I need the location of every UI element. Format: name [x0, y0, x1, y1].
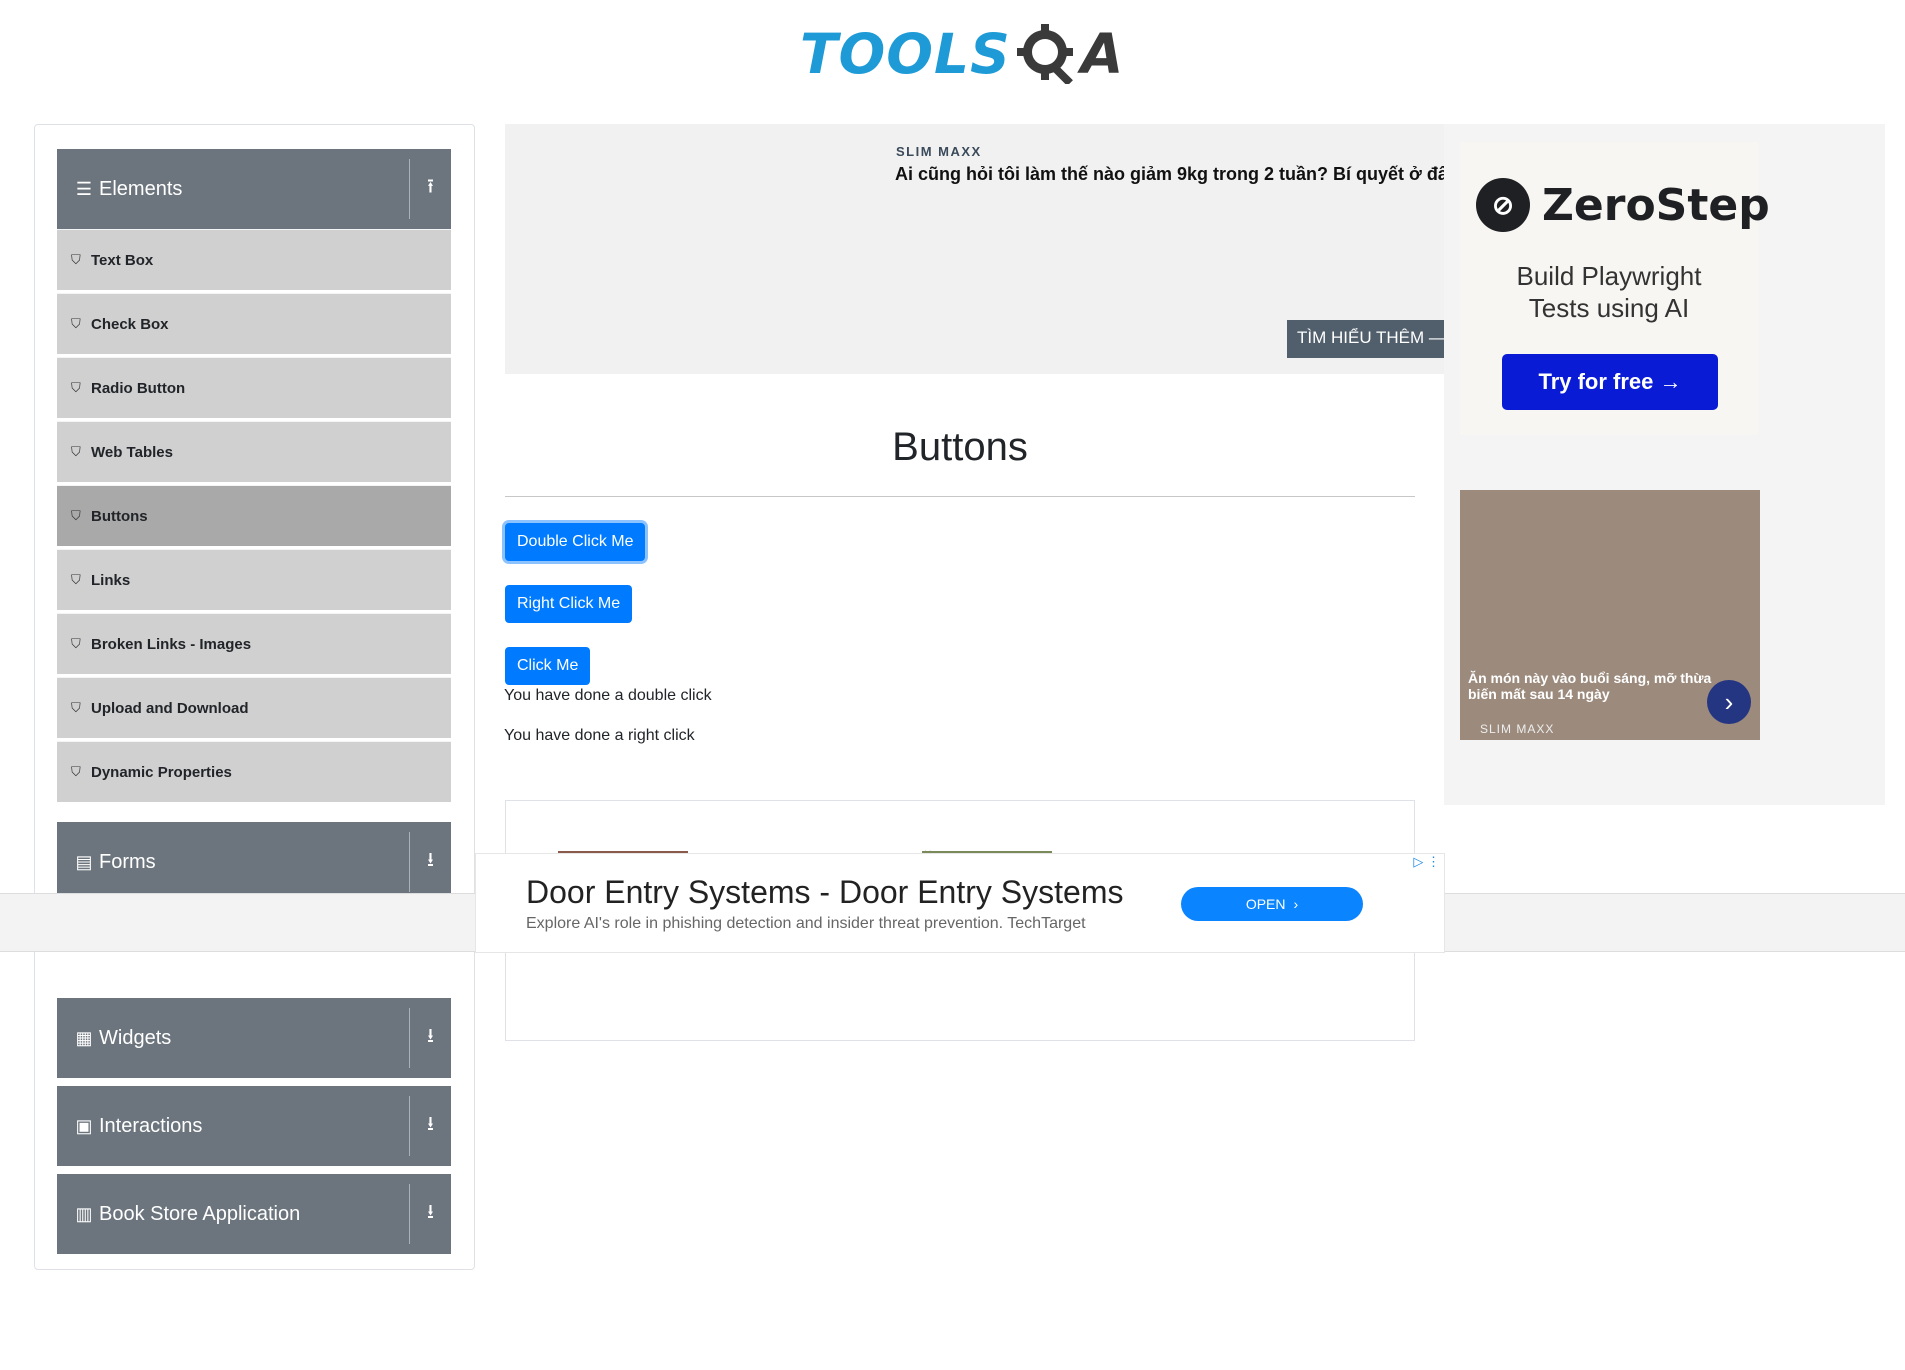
expand-arrow-icon[interactable]: ⭳: [409, 1008, 451, 1068]
group-elements[interactable]: ☰ Elements ⭱: [57, 149, 451, 229]
logo-tools-text: TOOLS: [800, 22, 1011, 86]
toolsqa-logo[interactable]: TOOLS A: [800, 14, 1125, 94]
logo-qa-text: A: [1080, 22, 1124, 86]
group-widgets[interactable]: ▦ Widgets ⭳: [57, 998, 451, 1078]
interactions-icon: ▣: [75, 1115, 93, 1136]
slim-maxx-ad[interactable]: Ăn món này vào buổi sáng, mỡ thừa biến m…: [1460, 490, 1760, 740]
ad-learn-more-button[interactable]: TÌM HIỂU THÊM —: [1287, 320, 1447, 358]
top-advertisement[interactable]: SLIM MAXX Ai cũng hỏi tôi làm thế nào gi…: [505, 124, 1447, 374]
form-icon: ▤: [75, 851, 93, 872]
gear-magnifier-icon: [1016, 24, 1077, 86]
right-click-button[interactable]: Right Click Me: [505, 585, 633, 623]
sidebar-item-dynamic-properties[interactable]: ⛉ Dynamic Properties: [57, 741, 451, 802]
open-label: OPEN: [1245, 896, 1286, 912]
double-click-button[interactable]: Double Click Me: [505, 523, 646, 561]
html-icon: ⛉: [71, 508, 81, 523]
group-interactions[interactable]: ▣ Interactions ⭳: [57, 1086, 451, 1166]
zerostep-name: ZeroStep: [1542, 179, 1770, 231]
divider: [505, 496, 1415, 497]
html-icon: ⛉: [71, 636, 81, 651]
sidebar-item-label: Upload and Download: [91, 699, 249, 717]
page-title: Buttons: [892, 425, 1028, 469]
html-icon: ⛉: [71, 444, 81, 459]
sidebar-item-radio-button[interactable]: ⛉ Radio Button: [57, 357, 451, 418]
expand-arrow-icon[interactable]: ⭳: [409, 832, 451, 892]
click-me-button[interactable]: Click Me: [505, 647, 591, 685]
sidebar-item-web-tables[interactable]: ⛉ Web Tables: [57, 421, 451, 482]
zerostep-logo-icon: ⊘: [1476, 178, 1530, 232]
banner-open-button[interactable]: OPEN ›: [1181, 887, 1363, 921]
banner-subtext: Explore AI's role in phishing detection …: [526, 915, 1086, 932]
sidebar-item-label: Radio Button: [91, 379, 186, 397]
sidebar-item-label: Check Box: [91, 315, 169, 333]
bookstore-icon: ▥: [75, 1203, 93, 1224]
zerostep-ad[interactable]: ⊘ ZeroStep Build Playwright Tests using …: [1460, 142, 1770, 435]
sidebar-item-label: Buttons: [91, 507, 148, 525]
html-icon: ⛉: [71, 252, 81, 267]
sidebar-item-label: Dynamic Properties: [91, 763, 232, 781]
group-label: Elements: [99, 177, 183, 200]
ad-brand: SLIM MAXX: [896, 144, 982, 159]
html-icon: ⛉: [71, 764, 81, 779]
zerostep-tagline: Build Playwright: [1516, 261, 1702, 291]
right-click-message: You have done a right click: [504, 727, 695, 744]
sidebar-item-label: Web Tables: [91, 443, 173, 461]
double-click-message: You have done a double click: [504, 687, 712, 704]
sidebar-item-broken-links[interactable]: ⛉ Broken Links - Images: [57, 613, 451, 674]
group-label: Interactions: [99, 1114, 203, 1137]
sidebar: ☰ Elements ⭱ ⛉ Text Box ⛉ Check Box ⛉ Radio…: [34, 124, 475, 1270]
chevron-right-icon[interactable]: ›: [1707, 680, 1751, 724]
html-icon: ⛉: [71, 316, 81, 331]
sidebar-item-label: Text Box: [91, 251, 154, 269]
sidebar-item-label: Links: [91, 571, 131, 589]
adchoices-icon[interactable]: ▷ ⋮: [1413, 854, 1440, 870]
html-icon: ⛉: [71, 380, 81, 395]
bottom-banner-ad[interactable]: ▷ ⋮ Door Entry Systems - Door Entry Syst…: [475, 853, 1445, 953]
sidebar-item-check-box[interactable]: ⛉ Check Box: [57, 293, 451, 354]
collapse-arrow-icon[interactable]: ⭱: [409, 159, 451, 219]
ad-text: Ăn món này vào buổi sáng, mỡ thừa biến m…: [1468, 670, 1712, 702]
sidebar-item-links[interactable]: ⛉ Links: [57, 549, 451, 610]
group-label: Book Store Application: [99, 1202, 301, 1225]
group-label: Forms: [99, 850, 156, 873]
zerostep-tagline: Tests using AI: [1528, 293, 1690, 323]
expand-arrow-icon[interactable]: ⭳: [409, 1184, 451, 1244]
hamburger-icon: ☰: [75, 178, 93, 199]
group-label: Widgets: [99, 1026, 172, 1049]
html-icon: ⛉: [71, 700, 81, 715]
html-icon: ⛉: [71, 572, 81, 587]
widgets-icon: ▦: [75, 1027, 93, 1048]
sidebar-item-buttons[interactable]: ⛉ Buttons: [57, 485, 451, 546]
sidebar-item-label: Broken Links - Images: [91, 635, 252, 653]
chevron-right-icon: ›: [1293, 896, 1299, 912]
try-for-free-button[interactable]: Try for free →: [1502, 354, 1718, 410]
expand-arrow-icon[interactable]: ⭳: [409, 1096, 451, 1156]
sidebar-item-text-box[interactable]: ⛉ Text Box: [57, 229, 451, 290]
group-book-store[interactable]: ▥ Book Store Application ⭳: [57, 1174, 451, 1254]
ad-brand: SLIM MAXX: [1480, 722, 1555, 736]
sidebar-item-upload-download[interactable]: ⛉ Upload and Download: [57, 677, 451, 738]
banner-headline[interactable]: Door Entry Systems - Door Entry Systems: [526, 874, 1123, 911]
ad-headline[interactable]: Ai cũng hỏi tôi làm thế nào giảm 9kg tro…: [895, 164, 1447, 185]
group-forms[interactable]: ▤ Forms ⭳: [57, 822, 451, 902]
